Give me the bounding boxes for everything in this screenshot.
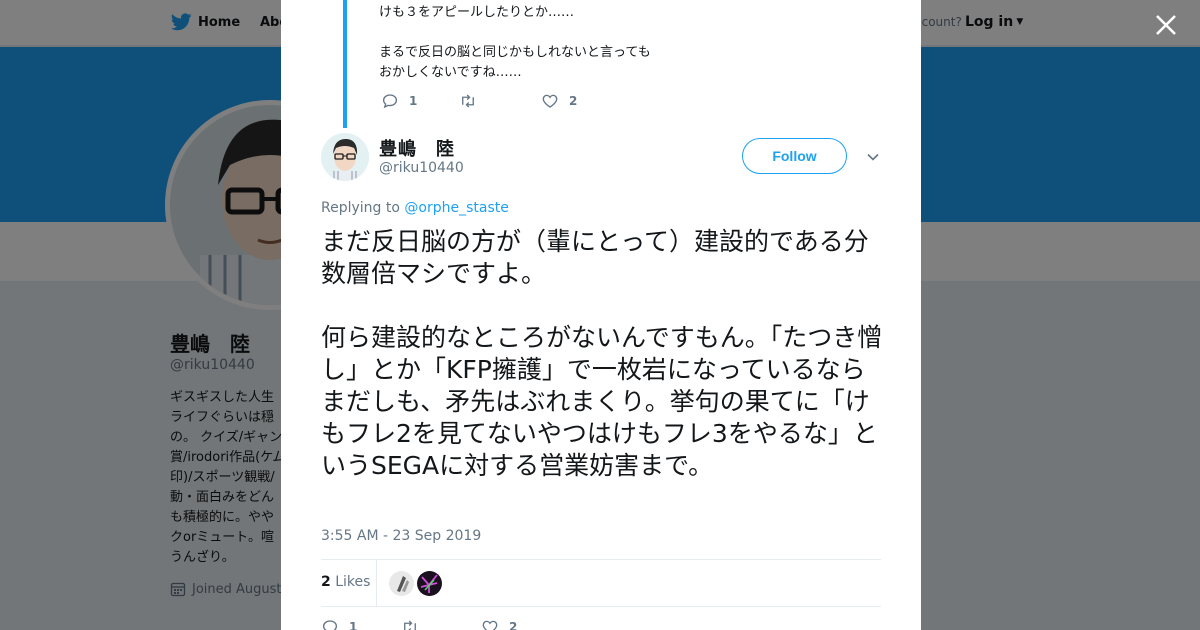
like-button[interactable]: 2 — [481, 618, 517, 630]
thread-connector-line — [343, 0, 347, 128]
reply-count: 1 — [409, 94, 418, 108]
replying-prefix: Replying to — [321, 200, 400, 216]
follow-button[interactable]: Follow — [742, 138, 847, 174]
previous-tweet-text: けも３をアピールしたりとか…… まるで反日の脳と同じかもしれないと言っても おか… — [379, 5, 651, 80]
reply-button[interactable]: 1 — [321, 618, 401, 630]
replying-to-line: Replying to @orphe_staste — [321, 200, 509, 216]
avatar-illustration — [321, 133, 369, 181]
tweet-actions: 1 2 — [321, 618, 517, 630]
liker-avatar-image — [417, 571, 442, 596]
likes-count: 2 — [321, 574, 331, 590]
likes-stat[interactable]: 2 Likes — [321, 574, 370, 590]
tweet-permalink-modal: けも３をアピールしたりとか…… まるで反日の脳と同じかもしれないと言っても おか… — [281, 0, 921, 630]
reply-count: 1 — [349, 620, 358, 630]
tweet-author-handle[interactable]: @riku10440 — [379, 160, 464, 176]
chevron-down-icon[interactable] — [866, 150, 880, 164]
reply-icon — [382, 94, 398, 109]
tweet-author-name[interactable]: 豊嶋 陸 — [379, 135, 455, 161]
like-count: 2 — [569, 94, 578, 108]
liker-avatar[interactable] — [389, 571, 414, 596]
previous-tweet-actions: 1 2 — [381, 92, 577, 110]
retweet-icon — [404, 620, 416, 630]
retweet-button[interactable] — [459, 92, 541, 110]
likes-label: Likes — [335, 574, 371, 590]
liker-avatar-image — [389, 571, 414, 596]
heart-icon — [482, 620, 498, 630]
liker-avatar[interactable] — [417, 571, 442, 596]
tweet-text: まだ反日脳の方が（輩にとって）建設的である分数層倍マシですよ。 何ら建設的なとこ… — [321, 227, 883, 480]
heart-icon — [542, 94, 558, 108]
stats-divider — [376, 560, 377, 606]
like-count: 2 — [509, 620, 518, 630]
tweet-stats: 2 Likes — [321, 559, 881, 607]
replying-to-link[interactable]: @orphe_staste — [404, 200, 508, 216]
avatar[interactable] — [321, 133, 369, 181]
retweet-icon — [462, 94, 474, 108]
tweet-timestamp[interactable]: 3:55 AM - 23 Sep 2019 — [321, 528, 481, 544]
close-icon[interactable] — [1153, 12, 1179, 38]
like-button[interactable]: 2 — [541, 92, 577, 110]
reply-icon — [322, 620, 338, 630]
retweet-button[interactable] — [401, 618, 481, 630]
reply-button[interactable]: 1 — [381, 92, 459, 110]
